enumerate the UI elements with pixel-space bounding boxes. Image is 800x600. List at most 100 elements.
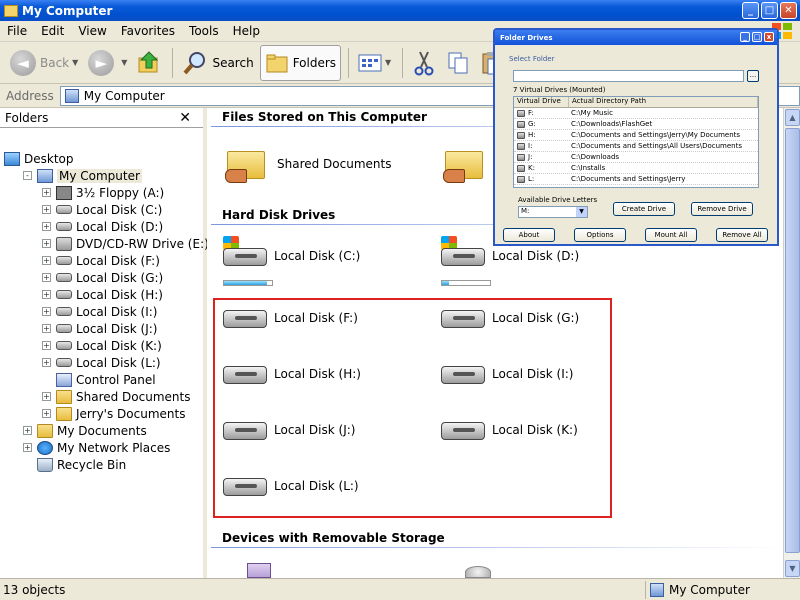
folders-button[interactable]: Folders — [259, 44, 342, 81]
tree-item[interactable]: - My Computer — [23, 167, 142, 184]
cd-drive-item[interactable] — [465, 566, 491, 578]
list-item[interactable]: L: C:\Documents and Settings\Jerry — [514, 174, 758, 185]
select-folder-input[interactable] — [513, 70, 744, 82]
expand-icon[interactable]: + — [42, 307, 51, 316]
tree-item[interactable]: + Local Disk (D:) — [42, 218, 163, 235]
window-title: My Computer — [22, 3, 113, 18]
collapse-icon[interactable]: - — [23, 171, 32, 180]
cd-drive-icon — [465, 566, 491, 578]
list-item[interactable]: I: C:\Documents and Settings\All Users\Do… — [514, 141, 758, 152]
about-button[interactable]: About — [503, 228, 555, 242]
shared-documents-item[interactable]: Shared Documents — [225, 145, 391, 183]
dialog-close-button[interactable]: x — [764, 32, 774, 42]
tree-item[interactable]: +3½ Floppy (A:) — [42, 184, 164, 201]
browse-button[interactable]: ... — [747, 70, 759, 82]
views-button[interactable]: ▼ — [354, 45, 395, 81]
dialog-maximize-button[interactable]: □ — [752, 32, 762, 42]
control-panel-icon — [56, 372, 72, 387]
expand-icon[interactable]: + — [42, 222, 51, 231]
column-virtual-drive[interactable]: Virtual Drive — [514, 97, 569, 107]
list-item[interactable]: F: C:\My Music — [514, 108, 758, 119]
close-button[interactable]: ✕ — [780, 2, 797, 19]
tree-item[interactable]: + My Documents — [23, 422, 147, 439]
list-item[interactable]: K: C:\Installs — [514, 163, 758, 174]
folders-icon — [266, 54, 288, 72]
available-drive-letters-label: Available Drive Letters — [518, 196, 598, 204]
menu-help[interactable]: Help — [226, 24, 267, 38]
tree-item[interactable]: + Local Disk (I:) — [42, 303, 157, 320]
tree-item[interactable]: + Local Disk (L:) — [42, 354, 161, 371]
scroll-down-arrow[interactable]: ▼ — [785, 560, 800, 577]
toolbar-separator — [402, 47, 404, 78]
menu-view[interactable]: View — [71, 24, 113, 38]
forward-button[interactable]: ► ▼ — [84, 45, 131, 81]
options-button[interactable]: Options — [574, 228, 626, 242]
remove-drive-button[interactable]: Remove Drive — [691, 202, 753, 216]
dialog-minimize-button[interactable]: _ — [740, 32, 750, 42]
available-drive-select[interactable]: M: ▼ — [518, 206, 588, 218]
mount-all-button[interactable]: Mount All — [645, 228, 697, 242]
tree-item[interactable]: Recycle Bin — [23, 456, 126, 473]
expand-icon[interactable]: + — [42, 290, 51, 299]
expand-icon[interactable]: + — [42, 205, 51, 214]
tree-item-label: My Computer — [57, 168, 142, 183]
expand-icon[interactable]: + — [42, 273, 51, 282]
expand-icon[interactable]: + — [42, 188, 51, 197]
tree-item[interactable]: + Shared Documents — [42, 388, 190, 405]
menu-file[interactable]: File — [0, 24, 34, 38]
tree-item-label: 3½ Floppy (A:) — [76, 185, 165, 200]
floppy-drive-item[interactable] — [247, 563, 271, 578]
tree-item[interactable]: Desktop — [4, 150, 74, 167]
tree-item[interactable]: + Local Disk (K:) — [42, 337, 162, 354]
expand-icon[interactable]: + — [42, 358, 51, 367]
up-button[interactable] — [133, 45, 165, 81]
create-drive-button[interactable]: Create Drive — [613, 202, 675, 216]
computer-icon — [37, 168, 53, 183]
expand-icon[interactable]: + — [42, 256, 51, 265]
directory-path: C:\Installs — [571, 164, 606, 172]
column-directory-path[interactable]: Actual Directory Path — [569, 97, 758, 107]
jerrys-documents-item[interactable] — [443, 145, 495, 183]
tree-item[interactable]: + Local Disk (H:) — [42, 286, 163, 303]
drive-icon — [517, 164, 525, 172]
expand-icon[interactable]: + — [42, 392, 51, 401]
remove-all-button[interactable]: Remove All — [716, 228, 768, 242]
back-button[interactable]: ◄ Back ▼ — [6, 45, 82, 81]
tree-item[interactable]: + Local Disk (J:) — [42, 320, 157, 337]
expand-icon[interactable]: + — [42, 239, 51, 248]
list-item[interactable]: H: C:\Documents and Settings\Jerry\My Doc… — [514, 130, 758, 141]
tree-item[interactable]: + Local Disk (F:) — [42, 252, 160, 269]
menu-tools[interactable]: Tools — [182, 24, 226, 38]
tree-item[interactable]: + My Network Places — [23, 439, 170, 456]
close-folders-pane-button[interactable]: ✕ — [179, 110, 191, 126]
folder-icon — [4, 4, 18, 17]
tree-item-label: DVD/CD-RW Drive (E:) — [76, 236, 209, 251]
expand-icon[interactable]: + — [42, 409, 51, 418]
menu-edit[interactable]: Edit — [34, 24, 71, 38]
cut-button[interactable] — [408, 45, 440, 81]
tree-item[interactable]: Control Panel — [42, 371, 156, 388]
folders-pane: Folders ✕ Desktop - My Computer +3½ Floppy … — [0, 108, 209, 578]
expand-icon[interactable]: + — [23, 426, 32, 435]
tree-item[interactable]: + DVD/CD-RW Drive (E:) — [42, 235, 209, 252]
expand-icon[interactable]: + — [23, 443, 32, 452]
scroll-up-arrow[interactable]: ▲ — [785, 109, 800, 126]
drive-item[interactable]: Local Disk (C:) — [221, 236, 360, 276]
drive-icon — [517, 175, 525, 183]
minimize-button[interactable]: _ — [742, 2, 759, 19]
list-item[interactable]: G: C:\Downloads\FlashGet — [514, 119, 758, 130]
list-item[interactable]: J: C:\Downloads — [514, 152, 758, 163]
drive-icon — [56, 307, 72, 316]
drive-icon — [56, 324, 72, 333]
scroll-thumb[interactable] — [785, 128, 800, 553]
maximize-button[interactable]: □ — [761, 2, 778, 19]
tree-item[interactable]: + Local Disk (C:) — [42, 201, 162, 218]
vertical-scrollbar[interactable]: ▲ ▼ — [783, 108, 800, 578]
expand-icon[interactable]: + — [42, 341, 51, 350]
copy-button[interactable] — [442, 45, 474, 81]
expand-icon[interactable]: + — [42, 324, 51, 333]
tree-item[interactable]: + Local Disk (G:) — [42, 269, 163, 286]
menu-favorites[interactable]: Favorites — [114, 24, 182, 38]
tree-item[interactable]: + Jerry's Documents — [42, 405, 185, 422]
search-button[interactable]: Search — [178, 45, 257, 81]
